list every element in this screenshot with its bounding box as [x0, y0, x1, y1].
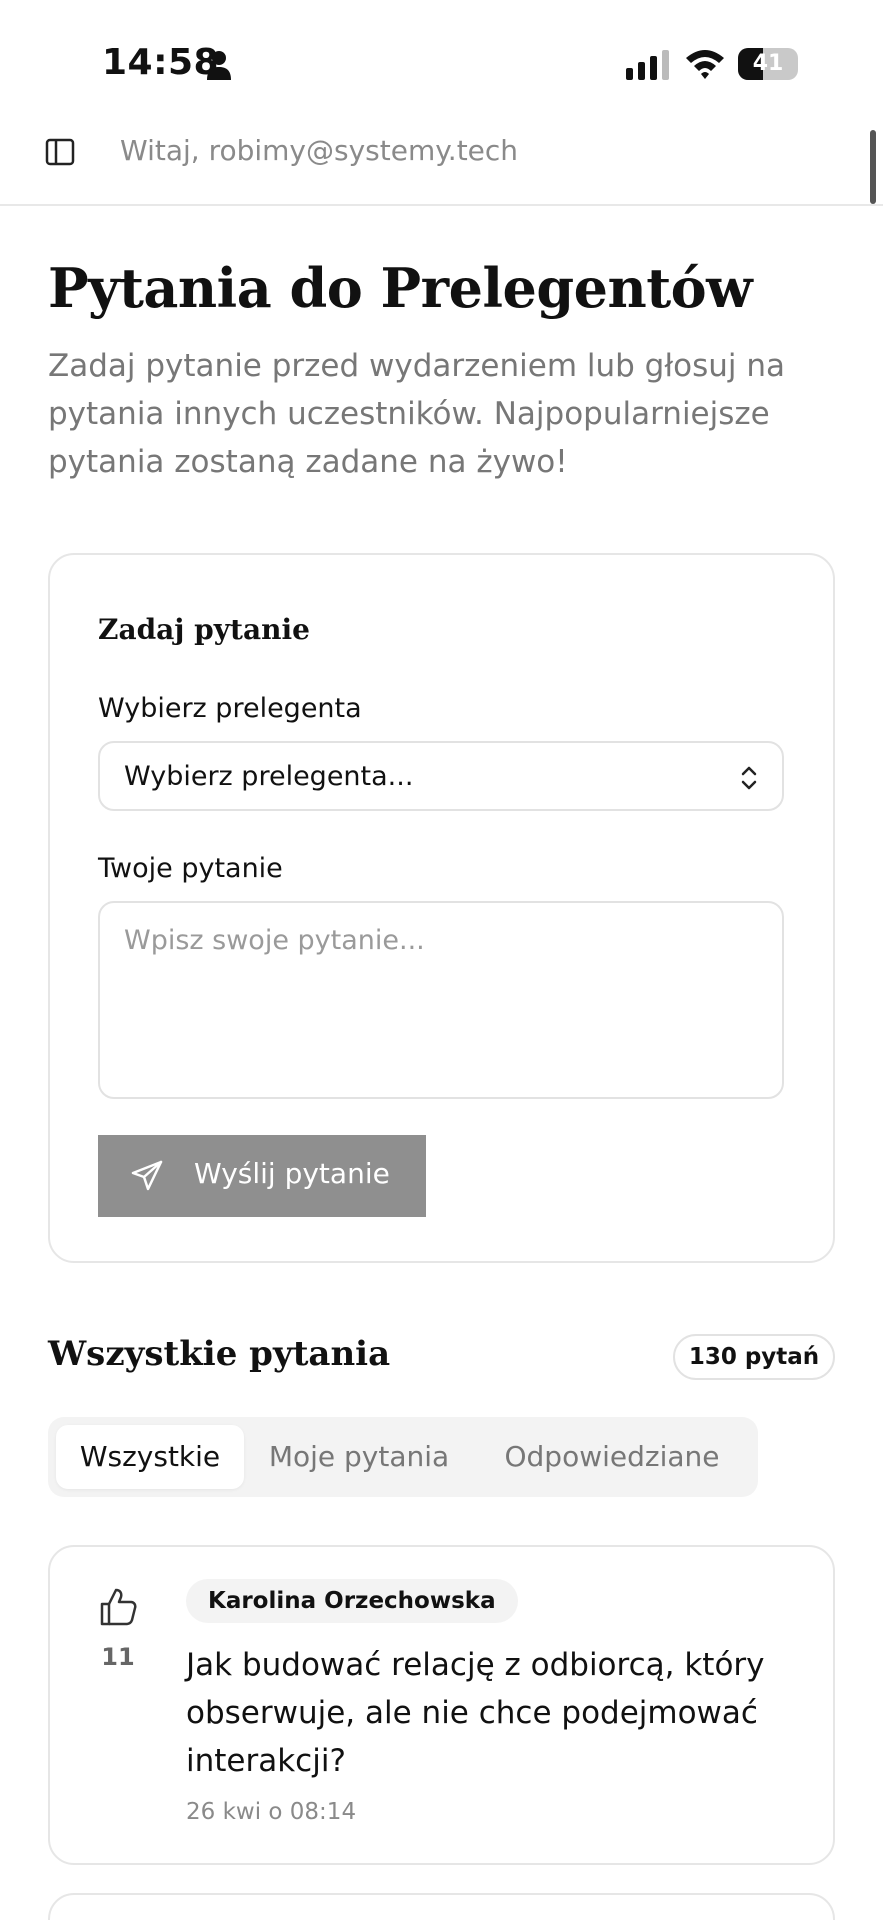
vote-count: 11 [101, 1643, 135, 1671]
question-textarea-label: Twoje pytanie [98, 853, 283, 884]
page-title: Pytania do Prelegentów [48, 256, 753, 320]
cellular-signal-icon [626, 50, 669, 80]
person-icon [207, 51, 231, 80]
tab-my-questions[interactable]: Moje pytania [254, 1425, 464, 1489]
speaker-badge: Karolina Orzechowska [186, 1579, 518, 1623]
speaker-select[interactable]: Wybierz prelegenta... [98, 741, 784, 811]
send-question-label: Wyślij pytanie [194, 1157, 390, 1190]
status-bar: 14:58 41 [0, 0, 883, 120]
sidebar-toggle-icon[interactable] [44, 136, 76, 168]
questions-section-title: Wszystkie pytania [48, 1334, 391, 1374]
battery-icon: 41 [738, 48, 798, 80]
top-bar: Witaj, robimy@systemy.tech [0, 120, 883, 206]
ask-card-title: Zadaj pytanie [98, 613, 310, 646]
thumbs-up-icon[interactable] [98, 1587, 138, 1627]
page-subtitle: Zadaj pytanie przed wydarzeniem lub głos… [48, 348, 786, 480]
question-timestamp: 26 kwi o 08:14 [186, 1799, 357, 1825]
status-time: 14:58 [102, 42, 220, 83]
chevron-up-down-icon [741, 766, 757, 790]
question-card-next [48, 1893, 835, 1920]
scrollbar[interactable] [870, 130, 876, 204]
send-icon [131, 1160, 163, 1191]
tab-answered[interactable]: Odpowiedziane [474, 1425, 750, 1489]
question-text: Jak budować relację z odbiorcą, który ob… [186, 1647, 765, 1779]
questions-count-badge: 130 pytań [673, 1334, 835, 1380]
tab-all[interactable]: Wszystkie [56, 1425, 244, 1489]
question-filter-tabs: Wszystkie Moje pytania Odpowiedziane [48, 1417, 758, 1497]
speaker-select-value: Wybierz prelegenta... [124, 761, 414, 792]
speaker-select-label: Wybierz prelegenta [98, 693, 362, 724]
question-textarea-placeholder: Wpisz swoje pytanie... [124, 925, 425, 956]
user-greeting: Witaj, robimy@systemy.tech [120, 134, 519, 167]
send-question-button[interactable]: Wyślij pytanie [98, 1135, 426, 1217]
ask-question-card: Zadaj pytanie Wybierz prelegenta Wybierz… [48, 553, 835, 1263]
battery-level: 41 [752, 51, 784, 76]
question-card: 11 Karolina Orzechowska Jak budować rela… [48, 1545, 835, 1865]
wifi-icon [686, 50, 724, 79]
question-textarea[interactable]: Wpisz swoje pytanie... [98, 901, 784, 1099]
